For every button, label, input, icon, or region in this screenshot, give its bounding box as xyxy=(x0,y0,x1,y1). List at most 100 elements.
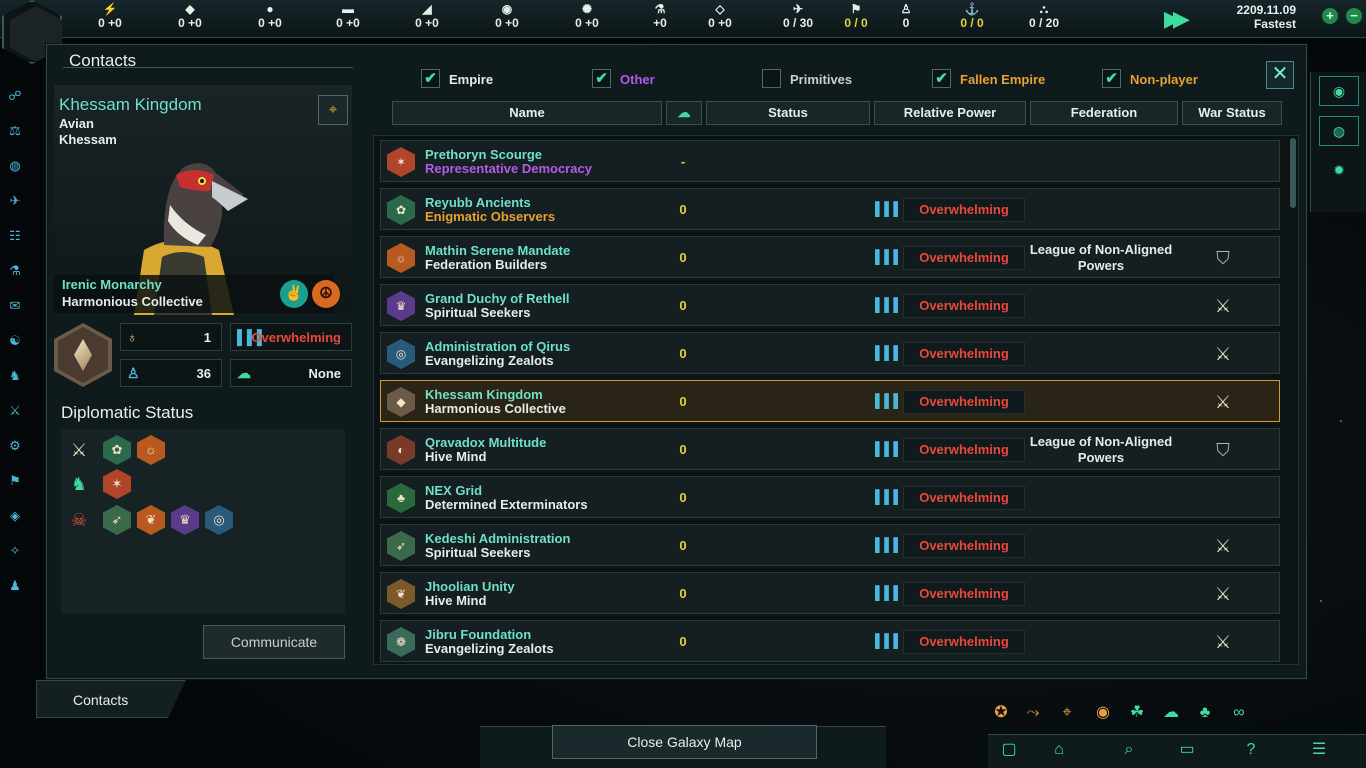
pacifist-ethic-icon[interactable]: ☮ xyxy=(312,280,340,308)
speed-up-button[interactable]: + xyxy=(1322,8,1338,24)
resource-pops[interactable]: ♙ 0 xyxy=(876,2,936,30)
speed-play-icon[interactable]: ▶▶ xyxy=(1164,6,1190,32)
ships-sidebar-icon[interactable]: ✈ xyxy=(5,191,25,211)
planets-sidebar-icon[interactable]: ◍ xyxy=(5,156,25,176)
close-window-button[interactable]: ✕ xyxy=(1266,61,1294,89)
table-scrollbar[interactable] xyxy=(1290,138,1296,208)
resource-research[interactable]: ⚗ +0 xyxy=(630,2,690,30)
header-name[interactable]: Name xyxy=(392,101,662,125)
empire-emblem-icon[interactable]: ✿ xyxy=(103,435,131,465)
war-swords-icon[interactable]: ⚔ xyxy=(1209,293,1237,319)
archaeology-sidebar-icon[interactable]: ✧ xyxy=(5,541,25,561)
table-row[interactable]: ➶ Kedeshi Administration Spiritual Seekers… xyxy=(380,524,1280,566)
message-icon[interactable]: ▭ xyxy=(1174,737,1200,763)
focus-icon[interactable]: ◉ xyxy=(1090,700,1116,726)
government-sidebar-icon[interactable]: ⚖ xyxy=(5,121,25,141)
resource-food[interactable]: ● 0 +0 xyxy=(240,2,300,30)
power-bars-icon: ▌▌▌ xyxy=(875,201,903,216)
speed-down-button[interactable]: − xyxy=(1346,8,1362,24)
skull-icon[interactable]: ☠ xyxy=(65,505,93,535)
research-sidebar-icon[interactable]: ⚗ xyxy=(5,261,25,281)
filter-other-checkbox[interactable]: ✔ xyxy=(592,69,611,88)
edicts-sidebar-icon[interactable]: ✉ xyxy=(5,296,25,316)
table-row[interactable]: ◐ Qravadox Multitude Hive Mind 0 ▌▌▌ Overwhel… xyxy=(380,428,1280,470)
table-row[interactable]: ♣ NEX Grid Determined Exterminators 0 ▌▌▌ Ove… xyxy=(380,476,1280,518)
resource-influence[interactable]: ◉ 0 +0 xyxy=(477,2,537,30)
planet-view-icon[interactable]: ⌂ xyxy=(1046,737,1072,763)
war-swords-icon[interactable]: ⚔ xyxy=(1209,581,1237,607)
shield-icon[interactable]: ⛉ xyxy=(1209,437,1237,463)
filter-fallen-empire-checkbox[interactable]: ✔ xyxy=(932,69,951,88)
war-swords-icon[interactable]: ⚔ xyxy=(1209,389,1237,415)
resource-starbase[interactable]: ⚓ 0 / 0 xyxy=(942,2,1002,30)
war-swords-icon[interactable]: ⚔ xyxy=(1209,533,1237,559)
xenophile-ethic-icon[interactable]: ✌ xyxy=(280,280,308,308)
locate-camera-button[interactable]: ⌖ xyxy=(318,95,348,125)
menu-icon[interactable]: ☰ xyxy=(1306,737,1332,763)
empire-emblem-icon[interactable]: ❦ xyxy=(137,505,165,535)
factions-sidebar-icon[interactable]: ⚑ xyxy=(5,471,25,491)
table-row[interactable]: ✶ Prethoryn Scourge Representative Democra… xyxy=(380,140,1280,182)
resource-army[interactable]: ⛬ 0 / 20 xyxy=(1014,2,1074,30)
header-status[interactable]: Status xyxy=(706,101,870,125)
target-icon[interactable]: ⌖ xyxy=(1054,700,1080,726)
war-swords-icon[interactable]: ⚔ xyxy=(1209,341,1237,367)
contacts-tab[interactable]: Contacts xyxy=(36,680,186,718)
federation-map-icon[interactable]: ♣ xyxy=(1192,700,1218,726)
resource-unity[interactable]: ✺ 0 +0 xyxy=(557,2,617,30)
table-row[interactable]: ☼ Mathin Serene Mandate Federation Builder… xyxy=(380,236,1280,278)
table-row[interactable]: ◎ Administration of Qirus Evangelizing Zea… xyxy=(380,332,1280,374)
close-galaxy-map-button[interactable]: Close Galaxy Map xyxy=(552,725,817,759)
empire-emblem-icon[interactable]: ◎ xyxy=(205,505,233,535)
resource-alloys[interactable]: ▬ 0 +0 xyxy=(318,2,378,30)
war-swords-icon[interactable]: ⚔ xyxy=(65,435,93,465)
filter-empire-checkbox[interactable]: ✔ xyxy=(421,69,440,88)
table-row[interactable]: ❁ Jibru Foundation Evangelizing Zealots 0 ▌▌… xyxy=(380,620,1280,662)
opinion-value: 0 xyxy=(679,538,687,553)
gear-icon[interactable]: ✹ xyxy=(1319,156,1359,186)
resource-consumer-goods[interactable]: ◢ 0 +0 xyxy=(397,2,457,30)
help-icon[interactable]: ? xyxy=(1238,737,1264,763)
empire-emblem-icon[interactable]: ➶ xyxy=(103,505,131,535)
empire-detail-panel: Khessam Kingdom Avian Khessam ⌖ Irenic M… xyxy=(54,85,352,675)
traditions-sidebar-icon[interactable]: ☯ xyxy=(5,331,25,351)
header-opinion-icon[interactable]: ☁ xyxy=(666,101,702,125)
header-federation[interactable]: Federation xyxy=(1030,101,1178,125)
filter-non-player-checkbox[interactable]: ✔ xyxy=(1102,69,1121,88)
empire-emblem-icon[interactable]: ✶ xyxy=(103,469,131,499)
header-relative-power[interactable]: Relative Power xyxy=(874,101,1026,125)
empire-emblem-icon[interactable]: ☼ xyxy=(137,435,165,465)
header-war-status[interactable]: War Status xyxy=(1182,101,1282,125)
soldier-icon[interactable]: ♞ xyxy=(65,469,93,499)
contacts-sidebar-icon[interactable]: ☍ xyxy=(5,86,25,106)
route-icon[interactable]: ⤳ xyxy=(1020,700,1046,726)
eye-icon[interactable]: ◉ xyxy=(1319,76,1359,106)
opinion-map-icon[interactable]: ☁ xyxy=(1158,700,1184,726)
leaders-sidebar-icon[interactable]: ♟ xyxy=(5,576,25,596)
handshake-icon[interactable]: ☘ xyxy=(1124,700,1150,726)
table-row[interactable]: ✿ Reyubb Ancients Enigmatic Observers 0 ▌▌▌ O… xyxy=(380,188,1280,230)
empire-emblem-icon[interactable]: ♛ xyxy=(171,505,199,535)
market-sidebar-icon[interactable]: ⚙ xyxy=(5,436,25,456)
resource-amenities[interactable]: ◇ 0 +0 xyxy=(690,2,750,30)
table-row[interactable]: ♛ Grand Duchy of Rethell Spiritual Seekers… xyxy=(380,284,1280,326)
resource-minerals[interactable]: ◆ 0 +0 xyxy=(160,2,220,30)
filter-primitives-checkbox[interactable] xyxy=(762,69,781,88)
species-sidebar-icon[interactable]: ♞ xyxy=(5,366,25,386)
resource-energy[interactable]: ⚡ 0 +0 xyxy=(80,2,140,30)
table-row[interactable]: ❦ Jhoolian Unity Hive Mind 0 ▌▌▌ Overwhelming… xyxy=(380,572,1280,614)
table-row[interactable]: ◆ Khessam Kingdom Harmonious Collective 0 ▌▌… xyxy=(380,380,1280,422)
link-icon[interactable]: ∞ xyxy=(1226,700,1252,726)
communicate-button[interactable]: Communicate xyxy=(203,625,345,659)
policies-sidebar-icon[interactable]: ☷ xyxy=(5,226,25,246)
zoom-search-icon[interactable]: ⌕ xyxy=(1116,737,1142,763)
hyperlane-icon[interactable]: ✪ xyxy=(988,700,1014,726)
war-swords-icon[interactable]: ⚔ xyxy=(1209,629,1237,655)
resource-fleet[interactable]: ✈ 0 / 30 xyxy=(768,2,828,30)
military-sidebar-icon[interactable]: ⚔ xyxy=(5,401,25,421)
select-icon[interactable]: ▢ xyxy=(996,737,1022,763)
globe-icon[interactable]: ◍ xyxy=(1319,116,1359,146)
intel-sidebar-icon[interactable]: ◈ xyxy=(5,506,25,526)
shield-icon[interactable]: ⛉ xyxy=(1209,245,1237,271)
empire-name: Administration of Qirus xyxy=(425,339,571,354)
